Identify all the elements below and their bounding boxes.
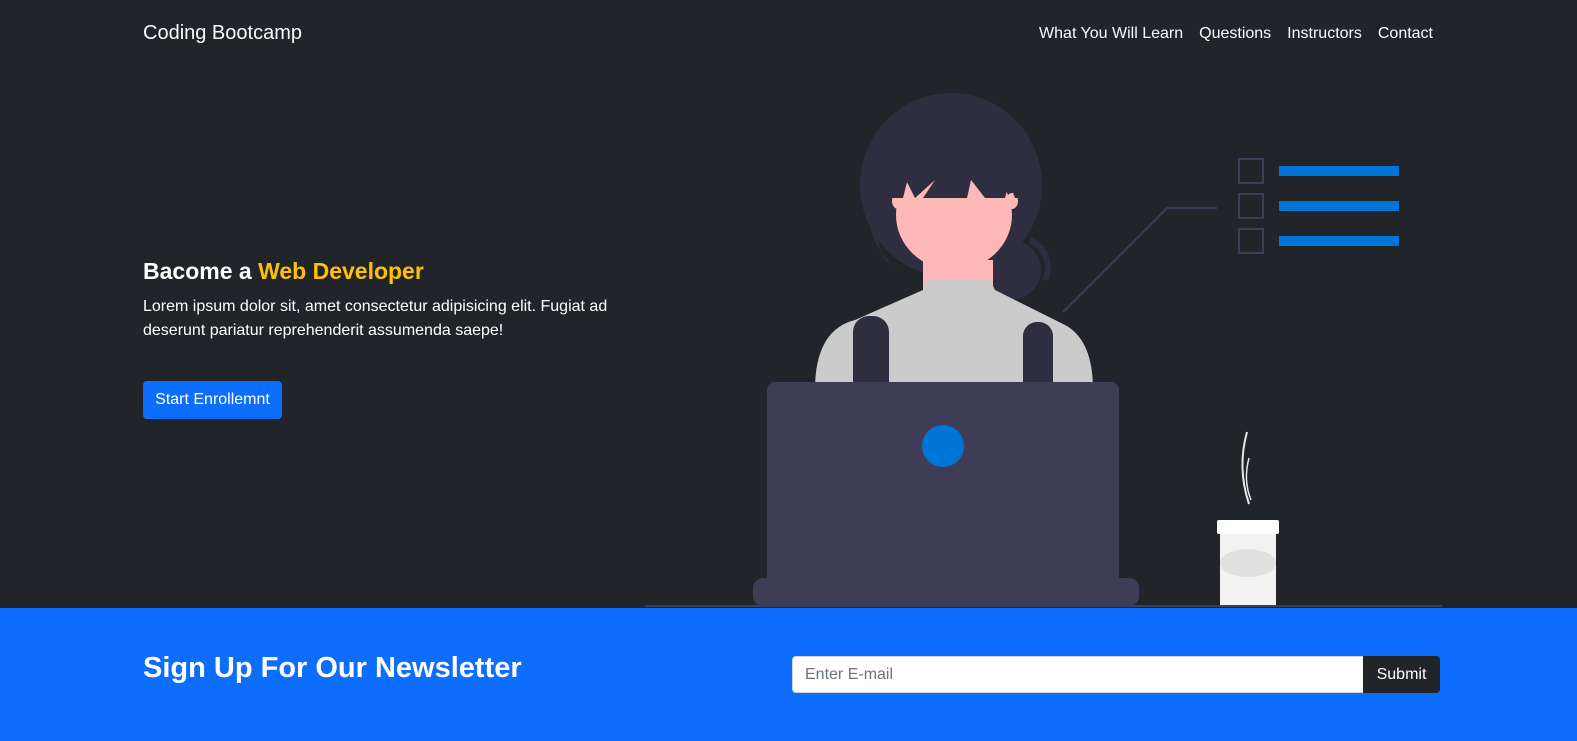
brand-link[interactable]: Coding Bootcamp <box>143 22 302 45</box>
hero-title: Bacome a Web Developer <box>143 258 623 285</box>
hero-text: Bacome a Web Developer Lorem ipsum dolor… <box>143 258 623 343</box>
nav-link-contact[interactable]: Contact <box>1378 25 1433 43</box>
nav-links: What You Will Learn Questions Instructor… <box>1039 25 1433 43</box>
hero-title-accent: Web Developer <box>258 258 424 284</box>
newsletter-section: Sign Up For Our Newsletter Submit <box>0 608 1577 741</box>
developer-at-laptop-illustration <box>645 93 1442 607</box>
nav-link-questions[interactable]: Questions <box>1199 25 1271 43</box>
start-enrollment-button[interactable]: Start Enrollemnt <box>143 381 282 419</box>
nav-link-learn[interactable]: What You Will Learn <box>1039 25 1183 43</box>
hero-description: Lorem ipsum dolor sit, amet consectetur … <box>143 298 608 339</box>
navbar: Coding Bootcamp What You Will Learn Ques… <box>0 0 1577 72</box>
hero-title-prefix: Bacome a <box>143 258 259 284</box>
nav-link-instructors[interactable]: Instructors <box>1287 25 1362 43</box>
email-input[interactable] <box>792 656 1363 693</box>
submit-button[interactable]: Submit <box>1363 656 1440 693</box>
newsletter-title: Sign Up For Our Newsletter <box>143 652 522 684</box>
